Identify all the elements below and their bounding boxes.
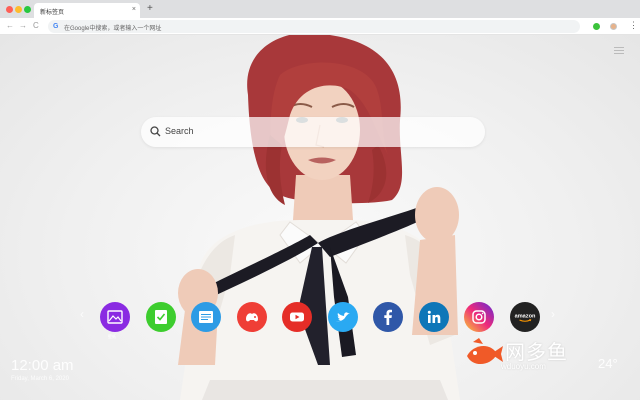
amazon-icon: amazon — [515, 314, 536, 322]
shortcut-amazon[interactable]: amazon — [510, 302, 540, 332]
shortcut-linkedin[interactable] — [419, 302, 449, 332]
shortcut-label-gallery: 壁纸 — [108, 334, 116, 339]
back-button[interactable]: ← — [6, 21, 14, 31]
twitter-icon — [336, 312, 350, 322]
instagram-icon — [472, 310, 486, 324]
shortcut-twitter[interactable] — [328, 302, 358, 332]
browser-window: 新标签页 × + ← → C G 在Google中搜索，或者输入一个网址 ⋮ S… — [0, 0, 640, 400]
shortcut-todo[interactable] — [146, 302, 176, 332]
todo-check-icon — [155, 310, 167, 324]
browser-menu-icon[interactable]: ⋮ — [629, 20, 638, 31]
forward-button[interactable]: → — [19, 21, 27, 31]
browser-toolbar: ← → C G 在Google中搜索，或者输入一个网址 ⋮ — [0, 18, 640, 35]
svg-text:amazon: amazon — [515, 314, 536, 320]
maximize-window-icon[interactable] — [24, 6, 31, 13]
new-tab-page: Search ‹ › 壁纸 amazon 12:00 am Friday, Ma… — [0, 35, 640, 400]
shortcuts-next-arrow[interactable]: › — [551, 307, 555, 321]
shortcut-youtube[interactable] — [282, 302, 312, 332]
watermark: 网多鱼 wduoyu.com — [461, 332, 601, 378]
google-icon: G — [53, 23, 59, 30]
reload-button[interactable]: C — [33, 21, 39, 31]
clock-date: Friday, March 6, 2020 — [11, 376, 69, 382]
notes-icon — [199, 311, 213, 323]
tab-close-icon[interactable]: × — [132, 6, 136, 13]
tab-bar: 新标签页 × + — [0, 0, 640, 18]
watermark-brand: 网多鱼 — [505, 340, 568, 364]
profile-avatar-icon[interactable] — [610, 23, 617, 30]
linkedin-icon — [427, 310, 441, 323]
address-bar-placeholder: 在Google中搜索，或者输入一个网址 — [64, 26, 162, 32]
search-placeholder: Search — [165, 126, 194, 136]
shortcut-notes[interactable] — [191, 302, 221, 332]
settings-menu-icon[interactable] — [614, 47, 624, 55]
tab-new-tab[interactable]: 新标签页 × — [34, 3, 140, 18]
shortcuts-prev-arrow[interactable]: ‹ — [80, 307, 84, 321]
clock-time: 12:00 am — [11, 357, 74, 374]
search-icon — [150, 126, 161, 137]
shortcut-games[interactable] — [237, 302, 267, 332]
minimize-window-icon[interactable] — [15, 6, 22, 13]
shortcut-gallery[interactable] — [100, 302, 130, 332]
address-bar[interactable]: G 在Google中搜索，或者输入一个网址 — [48, 20, 580, 33]
fish-logo-icon — [467, 338, 503, 365]
search-bar[interactable]: Search — [141, 117, 485, 147]
shortcut-instagram[interactable] — [464, 302, 494, 332]
facebook-icon — [384, 309, 392, 325]
new-tab-button[interactable]: + — [147, 3, 153, 15]
close-window-icon[interactable] — [6, 6, 13, 13]
gallery-icon — [107, 310, 123, 324]
watermark-domain: wduoyu.com — [501, 362, 546, 371]
game-controller-icon — [246, 313, 258, 322]
youtube-icon — [290, 312, 304, 322]
shortcut-facebook[interactable] — [373, 302, 403, 332]
extension-icon[interactable] — [593, 23, 600, 30]
tab-title: 新标签页 — [40, 10, 65, 16]
